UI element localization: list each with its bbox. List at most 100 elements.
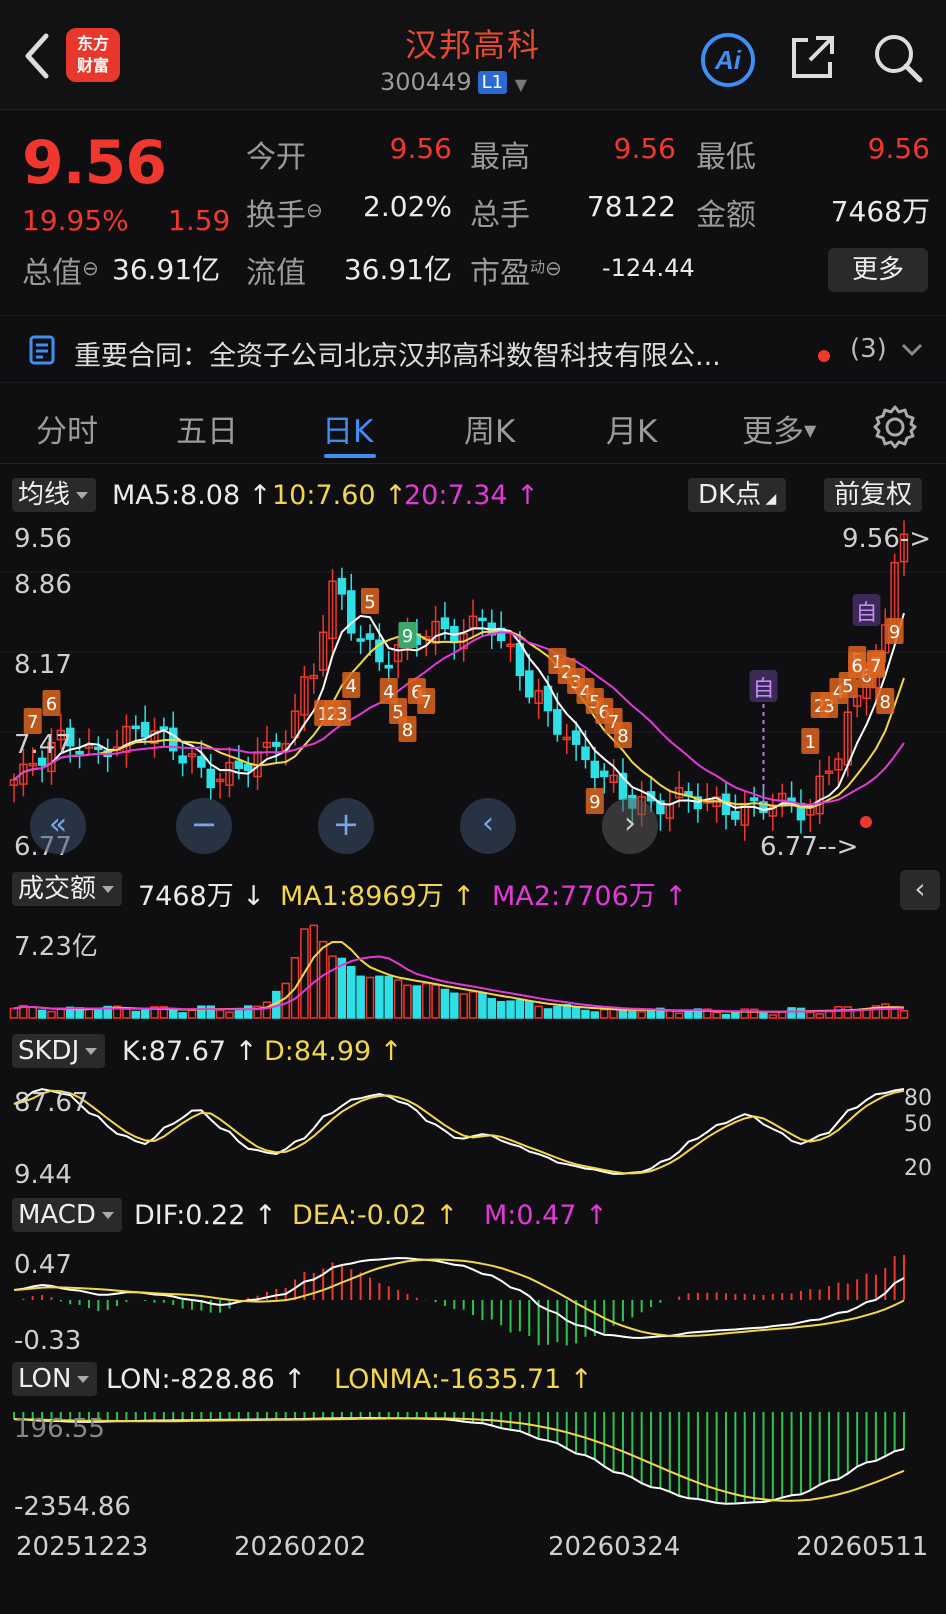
amount-label: 金额 <box>696 198 756 233</box>
step-right-icon[interactable]: › <box>602 798 658 854</box>
candle-body <box>749 797 759 802</box>
tab-intraday[interactable]: 分时 <box>36 406 98 451</box>
active-tab-indicator <box>324 454 376 458</box>
volume-bar <box>534 1005 543 1019</box>
candle-body <box>94 746 103 751</box>
volume-bar <box>318 940 328 1019</box>
pe-label: 市盈动⊖ <box>470 256 562 291</box>
volume-bar <box>393 979 403 1019</box>
info-icon[interactable]: ⊖ <box>545 256 562 280</box>
volume-bar <box>440 988 450 1019</box>
candle-body <box>206 768 215 789</box>
volume-bar <box>215 1009 225 1019</box>
ma10-value: 10:7.60 ↑ <box>272 480 407 511</box>
dk-point-button[interactable]: DK点 ◢ <box>688 478 787 512</box>
tab-monthly-k[interactable]: 月K <box>606 406 657 451</box>
ma-indicator-dropdown[interactable]: 均线 <box>12 478 97 512</box>
volume-label: 总手 <box>470 198 530 233</box>
macd-axis-bottom: -0.33 <box>14 1326 82 1356</box>
macd-dif-line <box>13 1256 905 1339</box>
volume-current: 7468万 ↓ <box>138 881 265 912</box>
volume-bar <box>759 1012 768 1019</box>
skdj-level-50: 50 <box>904 1112 932 1137</box>
zoom-in-icon[interactable]: + <box>318 798 374 854</box>
volume-bar <box>712 1011 721 1019</box>
news-ticker[interactable]: 重要合同：全资子公司北京汉邦高科数智科技有限公... (3) <box>0 315 946 383</box>
volume-bar <box>356 975 365 1019</box>
macd-indicator-bar: MACD DIF:0.22 ↑ DEA:-0.02 ↑ M:0.47 ↑ <box>0 1196 946 1236</box>
lon-value: LON:-828.86 ↑ <box>106 1364 307 1395</box>
volume-bar <box>347 966 356 1019</box>
tab-weekly-k[interactable]: 周K <box>464 406 515 451</box>
lon-indicator-bar: LON LON:-828.86 ↑ LONMA:-1635.71 ↑ <box>0 1360 946 1400</box>
ma20-value: 20:7.34 ↑ <box>404 480 539 511</box>
volume-bar <box>581 1009 590 1019</box>
forward-adjust-button[interactable]: 前复权 <box>824 478 923 512</box>
info-icon[interactable]: ⊖ <box>82 256 99 280</box>
volume-ma2-line <box>13 955 905 1013</box>
last-price: 9.56 <box>22 128 167 198</box>
volume-bar <box>571 1006 581 1019</box>
level-badge: L1 <box>477 71 508 94</box>
volume-bar <box>243 1005 253 1019</box>
lon-indicator-dropdown[interactable]: LON <box>12 1362 98 1396</box>
step-left-icon[interactable]: ‹ <box>460 798 516 854</box>
price-axis-top: 9.56 <box>14 524 72 554</box>
volume-bar <box>206 1005 215 1019</box>
svg-text:Ai: Ai <box>714 45 742 75</box>
candle-body <box>599 770 609 778</box>
scroll-left-icon[interactable]: « <box>30 798 86 854</box>
volume-bar <box>225 1011 234 1019</box>
chevron-down-icon[interactable] <box>900 342 924 358</box>
volume-bar <box>515 999 525 1019</box>
search-icon[interactable] <box>872 32 924 84</box>
back-arrow-icon[interactable] <box>18 30 58 82</box>
high-label: 最高 <box>470 140 530 175</box>
volume-bar <box>796 1007 806 1019</box>
volume-bar <box>384 975 393 1019</box>
lonma-value: LONMA:-1635.71 ↑ <box>334 1364 593 1395</box>
collapse-panel-icon[interactable]: ‹ <box>900 870 940 910</box>
macd-indicator-dropdown[interactable]: MACD <box>12 1198 122 1232</box>
ma20-line <box>13 631 905 806</box>
volume-indicator-dropdown[interactable]: 成交额 <box>12 872 123 906</box>
skdj-indicator-dropdown[interactable]: SKDJ <box>12 1034 106 1068</box>
info-icon[interactable]: ⊖ <box>306 198 323 222</box>
td-count: 5 <box>364 592 375 613</box>
change-amount: 1.59 <box>168 204 231 237</box>
open-value: 9.56 <box>389 132 452 165</box>
change-percent: 19.95% <box>22 204 129 237</box>
volume-bar <box>431 984 440 1019</box>
candle-body <box>553 709 562 735</box>
tab-daily-k[interactable]: 日K <box>322 406 373 451</box>
tab-more[interactable]: 更多▼ <box>742 406 816 451</box>
tab-5day[interactable]: 五日 <box>176 406 238 451</box>
macd-dif: DIF:0.22 ↑ <box>134 1200 277 1231</box>
volume-bar <box>28 1006 37 1019</box>
lon-chart <box>13 1412 905 1505</box>
volume-bar <box>94 1008 103 1019</box>
turnover-label: 换手⊖ <box>246 198 323 233</box>
date-label: 20260202 <box>234 1532 367 1562</box>
candle-body <box>234 760 244 770</box>
ai-assistant-icon[interactable]: Ai <box>700 32 756 88</box>
ma10-line <box>13 630 905 810</box>
share-icon[interactable] <box>788 32 838 82</box>
settings-gear-icon[interactable] <box>872 404 918 450</box>
td-count: 7 <box>870 656 881 677</box>
more-quote-button[interactable]: 更多 <box>828 248 928 292</box>
mktcap-label: 总值⊖ <box>22 256 99 291</box>
zoom-out-icon[interactable]: − <box>176 798 232 854</box>
candle-body <box>581 746 590 761</box>
candle-body <box>525 670 534 698</box>
signal-dot <box>860 816 872 828</box>
volume-bar <box>262 1001 272 1019</box>
macd-axis-top: 0.47 <box>14 1250 72 1280</box>
volume-bar <box>9 1007 19 1019</box>
volume-value: 78122 <box>586 190 676 223</box>
candle-body <box>197 755 206 768</box>
stock-name: 汉邦高科 <box>404 26 541 64</box>
stock-code-selector[interactable]: 300449 L1 ▼ <box>380 68 527 96</box>
volume-bar <box>178 1012 187 1019</box>
skdj-k: K:87.67 ↑ <box>122 1036 258 1067</box>
